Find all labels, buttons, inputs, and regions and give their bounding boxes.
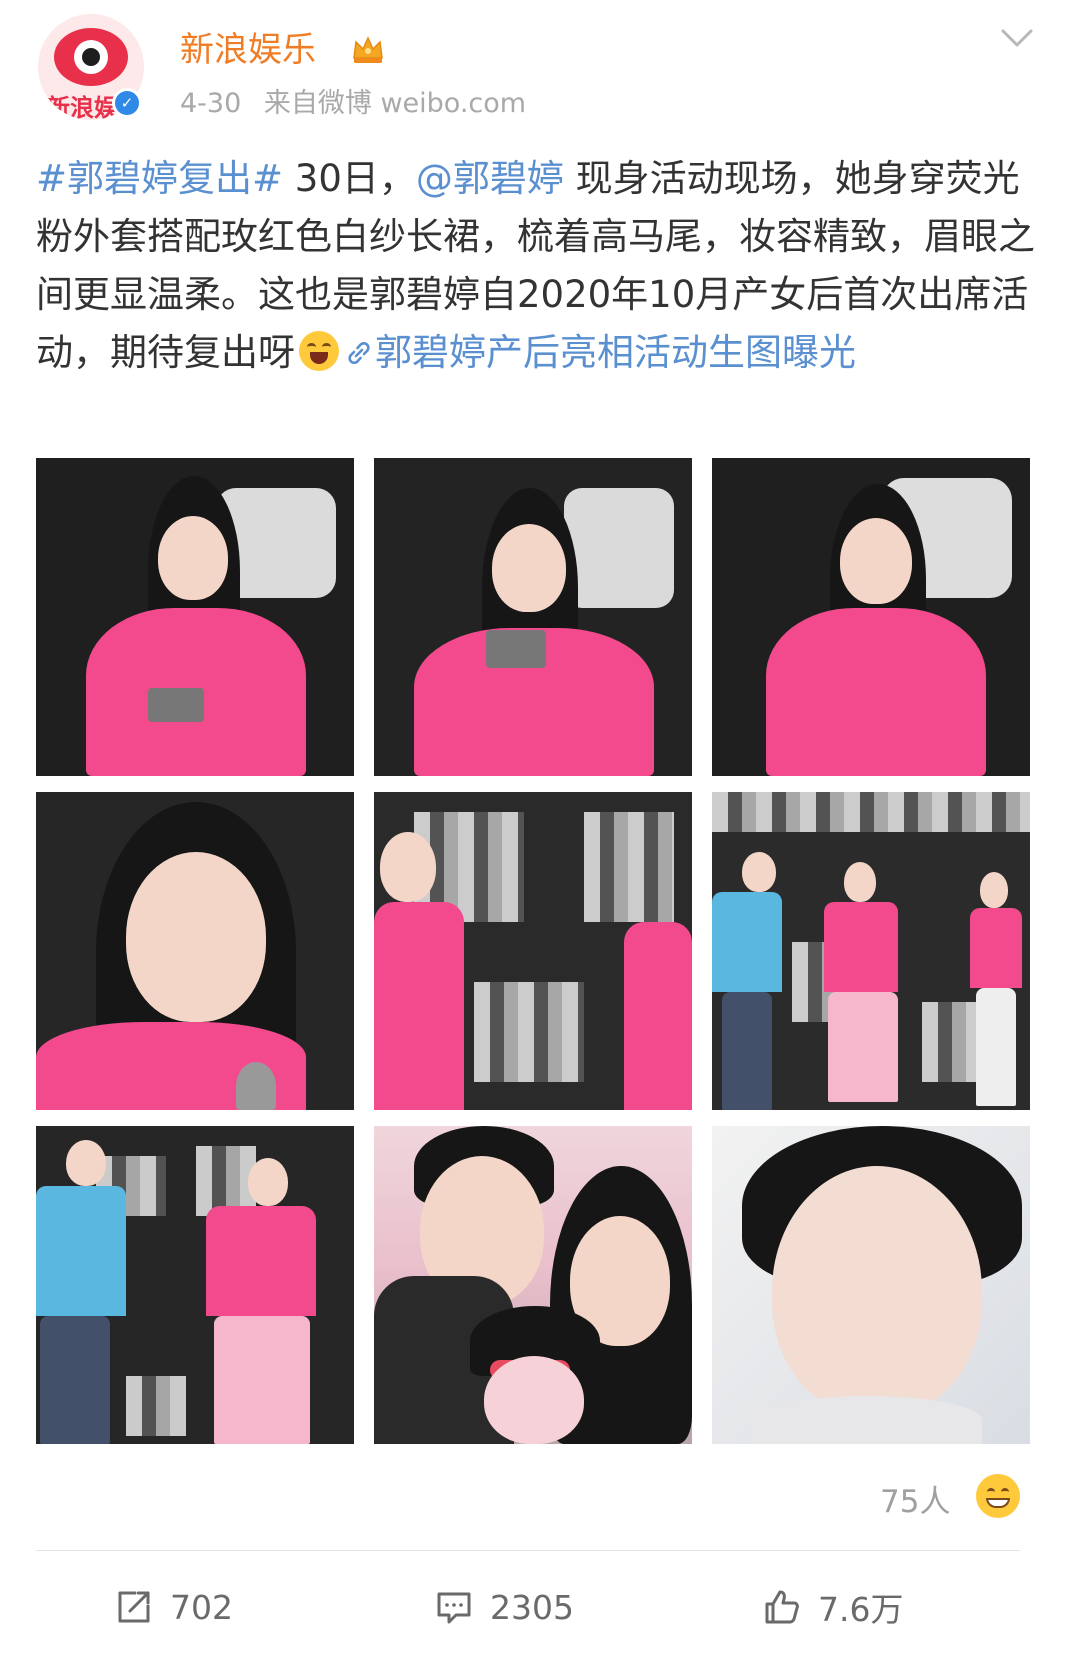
photo-3[interactable] bbox=[712, 458, 1030, 776]
post-meta: 4-30 来自微博 weibo.com bbox=[180, 86, 540, 122]
photo-5[interactable] bbox=[374, 792, 692, 1110]
chevron-down-icon[interactable] bbox=[1000, 24, 1034, 52]
post-date: 4-30 bbox=[180, 88, 242, 119]
comment-button[interactable]: 2305 bbox=[434, 1584, 574, 1630]
photo-9[interactable] bbox=[712, 1126, 1030, 1444]
crown-icon bbox=[353, 36, 383, 63]
username[interactable]: 新浪娱乐 bbox=[180, 28, 316, 72]
laugh-cry-emoji-icon bbox=[299, 331, 339, 371]
post-source[interactable]: 来自微博 weibo.com bbox=[264, 88, 526, 119]
verified-badge-icon: ✓ bbox=[112, 88, 142, 118]
photo-7[interactable] bbox=[36, 1126, 354, 1444]
mention-link[interactable]: @郭碧婷 bbox=[416, 157, 564, 200]
photo-6[interactable] bbox=[712, 792, 1030, 1110]
comment-count: 2305 bbox=[490, 1587, 574, 1627]
likers-count[interactable]: 75人 bbox=[880, 1476, 950, 1521]
repost-button[interactable]: 702 bbox=[114, 1584, 233, 1630]
link-icon bbox=[348, 341, 370, 365]
post-text-segment: 30日， bbox=[283, 157, 416, 200]
article-link[interactable]: 郭碧婷产后亮相活动生图曝光 bbox=[375, 331, 856, 374]
post-text: #郭碧婷复出# 30日，@郭碧婷 现身活动现场，她身穿荧光粉外套搭配玫红色白纱长… bbox=[36, 150, 1046, 382]
divider bbox=[36, 1550, 1020, 1551]
photo-8[interactable] bbox=[374, 1126, 692, 1444]
like-button[interactable]: 7.6万 bbox=[762, 1584, 903, 1630]
thumbs-up-icon bbox=[765, 1590, 799, 1624]
share-icon bbox=[118, 1591, 150, 1623]
topic-tag-link[interactable]: #郭碧婷复出# bbox=[36, 157, 283, 200]
like-count: 7.6万 bbox=[818, 1590, 904, 1629]
photo-4[interactable] bbox=[36, 792, 354, 1110]
photo-2[interactable] bbox=[374, 458, 692, 776]
grin-emoji-icon[interactable] bbox=[976, 1474, 1020, 1518]
photo-1[interactable] bbox=[36, 458, 354, 776]
photo-grid bbox=[36, 458, 1030, 1446]
weibo-post-card: 新浪娱乐 ✓ 新浪娱乐 4-30 来自微博 weibo.com #郭碧婷复出# … bbox=[0, 0, 1080, 1678]
comment-icon bbox=[437, 1592, 471, 1624]
repost-count: 702 bbox=[170, 1587, 233, 1627]
